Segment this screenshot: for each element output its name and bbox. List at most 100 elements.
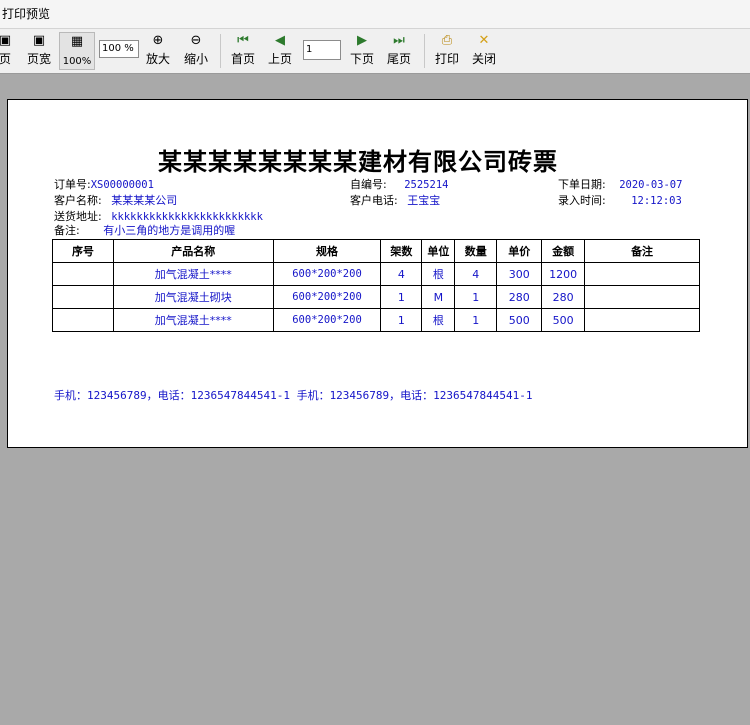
close-label: 关闭: [471, 52, 496, 66]
customer-label: 客户名称:: [54, 194, 102, 207]
table-cell: 280: [496, 285, 543, 309]
column-header: 备注: [584, 239, 700, 263]
zoom-in-icon: ⊕: [152, 33, 164, 48]
table-cell: 500: [541, 308, 586, 332]
table-cell: 1: [454, 285, 498, 309]
column-header: 单价: [496, 239, 543, 263]
table-cell: 4: [454, 262, 498, 286]
table-cell: 4: [380, 262, 423, 286]
window-title: 打印预览: [2, 7, 51, 21]
table-cell: [52, 285, 114, 309]
window-titlebar: 打印预览: [0, 0, 750, 29]
remark-field: 备注: 有小三角的地方是调用的喔: [54, 222, 235, 238]
table-cell: [584, 308, 700, 332]
table-cell: [584, 262, 700, 286]
table-cell: [52, 308, 114, 332]
table-cell: 600*200*200: [272, 308, 382, 332]
order-no-label: 订单号:: [54, 178, 91, 191]
page-number-input[interactable]: 1: [303, 40, 341, 60]
entry-time-value: 12:12:03: [631, 195, 682, 207]
single-page-button[interactable]: ▣ 页: [0, 32, 14, 70]
zoom-out-button[interactable]: ⊖ 缩小: [180, 32, 212, 70]
order-date-value: 2020-03-07: [619, 179, 683, 191]
table-cell: 加气混凝土****: [112, 308, 274, 332]
column-header: 数量: [454, 239, 498, 263]
table-cell: 加气混凝土砌块: [112, 285, 274, 309]
page-icon: ▣: [0, 33, 12, 48]
column-header: 规格: [272, 239, 382, 263]
next-page-button[interactable]: ▶ 下页: [345, 32, 379, 70]
table-header-row: 序号 产品名称 规格 架数 单位 数量 单价 金额 备注: [52, 239, 700, 263]
table-cell: 1: [380, 308, 423, 332]
table-cell: 600*200*200: [272, 285, 382, 309]
prev-page-icon: ◀: [275, 33, 285, 48]
zoom-combobox[interactable]: 100 %: [99, 40, 139, 58]
first-page-label: 首页: [230, 52, 255, 66]
remark-value: 有小三角的地方是调用的喔: [103, 224, 236, 237]
table-cell: 300: [496, 262, 543, 286]
table-cell: 1: [380, 285, 423, 309]
last-page-icon: ⏭: [393, 33, 405, 48]
single-page-label: 页: [0, 52, 11, 66]
phone-label: 客户电话:: [350, 194, 398, 207]
phone-field: 客户电话: 王宝宝: [350, 192, 440, 208]
serial-value: 2525214: [404, 179, 449, 191]
preview-toolbar: ▣ 页 ▣ 页宽 ▦ 100% 100 % ⊕ 放大 ⊖ 缩小 ⏮ 首页 ◀ 上…: [0, 29, 750, 74]
close-icon: ✕: [478, 33, 490, 48]
table-cell: 500: [496, 308, 543, 332]
page-width-icon: ▣: [32, 33, 46, 48]
table-cell: 1: [454, 308, 498, 332]
table-cell: M: [421, 285, 456, 309]
order-items-table: 序号 产品名称 规格 架数 单位 数量 单价 金额 备注 加气混凝土**** 6…: [52, 239, 700, 332]
page-width-button[interactable]: ▣ 页宽: [22, 32, 56, 70]
table-row: 加气混凝土**** 600*200*200 1 根 1 500 500: [52, 308, 700, 332]
column-header: 序号: [52, 239, 114, 263]
table-cell: 根: [421, 262, 456, 286]
zoom-out-label: 缩小: [183, 52, 208, 66]
print-button[interactable]: ⎙ 打印: [430, 32, 464, 70]
table-cell: 根: [421, 308, 456, 332]
zoom-out-icon: ⊖: [190, 33, 202, 48]
zoom-in-label: 放大: [145, 52, 170, 66]
first-page-button[interactable]: ⏮ 首页: [226, 32, 260, 70]
table-cell: 600*200*200: [272, 262, 382, 286]
entry-time-field: 录入时间: 12:12:03: [558, 192, 682, 208]
printer-icon: ⎙: [441, 33, 453, 48]
zoom-100-label: 100%: [62, 56, 92, 67]
next-page-label: 下页: [349, 52, 374, 66]
table-row: 加气混凝土**** 600*200*200 4 根 4 300 1200: [52, 262, 700, 286]
serial-label: 自编号:: [350, 178, 387, 191]
order-date-label: 下单日期:: [558, 178, 606, 191]
table-cell: 1200: [541, 262, 586, 286]
table-cell: [52, 262, 114, 286]
contact-footer: 手机：123456789，电话：1236547844541-1 手机：12345…: [54, 389, 533, 402]
table-row: 加气混凝土砌块 600*200*200 1 M 1 280 280: [52, 285, 700, 309]
full-page-icon: ▦: [70, 34, 84, 49]
table-cell: [584, 285, 700, 309]
prev-page-button[interactable]: ◀ 上页: [263, 32, 297, 70]
close-button[interactable]: ✕ 关闭: [467, 32, 501, 70]
order-no-field: 订单号:XS00000001: [54, 176, 154, 192]
table-cell: 加气混凝土****: [112, 262, 274, 286]
page-width-label: 页宽: [26, 52, 51, 66]
next-page-icon: ▶: [357, 33, 367, 48]
toolbar-separator: [220, 34, 221, 68]
remark-label: 备注:: [54, 224, 80, 237]
order-no-value: XS00000001: [90, 179, 154, 191]
column-header: 单位: [421, 239, 456, 263]
preview-page: 某某某某某某某某建材有限公司砖票 订单号:XS00000001 自编号: 252…: [7, 99, 748, 448]
zoom-100-button[interactable]: ▦ 100%: [59, 32, 95, 70]
column-header: 金额: [541, 239, 586, 263]
customer-value: 某某某某公司: [111, 194, 178, 207]
document-title: 某某某某某某某某建材有限公司砖票: [158, 148, 558, 176]
order-date-field: 下单日期: 2020-03-07: [558, 176, 682, 192]
column-header: 产品名称: [112, 239, 274, 263]
customer-field: 客户名称: 某某某某公司: [54, 192, 177, 208]
zoom-in-button[interactable]: ⊕ 放大: [142, 32, 174, 70]
last-page-button[interactable]: ⏭ 尾页: [382, 32, 416, 70]
last-page-label: 尾页: [386, 52, 411, 66]
print-label: 打印: [434, 52, 459, 66]
serial-field: 自编号: 2525214: [350, 176, 448, 192]
column-header: 架数: [380, 239, 423, 263]
phone-value: 王宝宝: [407, 194, 441, 207]
